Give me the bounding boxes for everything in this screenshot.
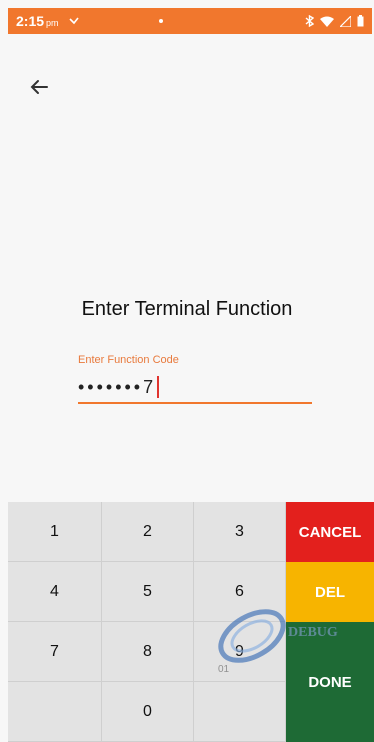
key-2[interactable]: 2 bbox=[102, 502, 194, 562]
function-code-value: •••••••7 bbox=[78, 376, 157, 397]
key-4[interactable]: 4 bbox=[8, 562, 102, 622]
page-title: Enter Terminal Function bbox=[81, 298, 293, 320]
delete-button[interactable]: DEL bbox=[286, 562, 374, 622]
function-code-input[interactable]: •••••••7 bbox=[78, 372, 312, 404]
key-8[interactable]: 8 bbox=[102, 622, 194, 682]
empty-key bbox=[8, 682, 102, 742]
key-9[interactable]: 9 bbox=[194, 622, 286, 682]
key-3[interactable]: 3 bbox=[194, 502, 286, 562]
back-button[interactable] bbox=[26, 74, 52, 100]
bluetooth-icon bbox=[305, 15, 314, 27]
empty-key bbox=[194, 682, 286, 742]
key-1[interactable]: 1 bbox=[8, 502, 102, 562]
key-5[interactable]: 5 bbox=[102, 562, 194, 622]
status-time: 2:15 pm bbox=[16, 13, 59, 29]
key-6[interactable]: 6 bbox=[194, 562, 286, 622]
key-0[interactable]: 0 bbox=[102, 682, 194, 742]
status-meridiem: pm bbox=[46, 18, 59, 28]
status-time-value: 2:15 bbox=[16, 13, 45, 29]
status-bar: 2:15 pm bbox=[8, 8, 372, 34]
back-arrow-icon bbox=[30, 80, 48, 94]
key-7[interactable]: 7 bbox=[8, 622, 102, 682]
function-code-label: Enter Function Code bbox=[78, 354, 179, 366]
done-button[interactable]: DONE bbox=[286, 622, 374, 742]
battery-icon bbox=[357, 15, 364, 27]
keypad: 1 2 3 CANCEL 4 5 6 DEL 7 8 9 DONE 0 bbox=[8, 502, 374, 742]
notification-dot-icon bbox=[158, 19, 163, 23]
wifi-icon bbox=[320, 16, 334, 27]
signal-icon bbox=[340, 15, 351, 27]
text-cursor bbox=[157, 376, 160, 398]
cancel-button[interactable]: CANCEL bbox=[286, 502, 374, 562]
missed-call-icon bbox=[68, 17, 79, 25]
